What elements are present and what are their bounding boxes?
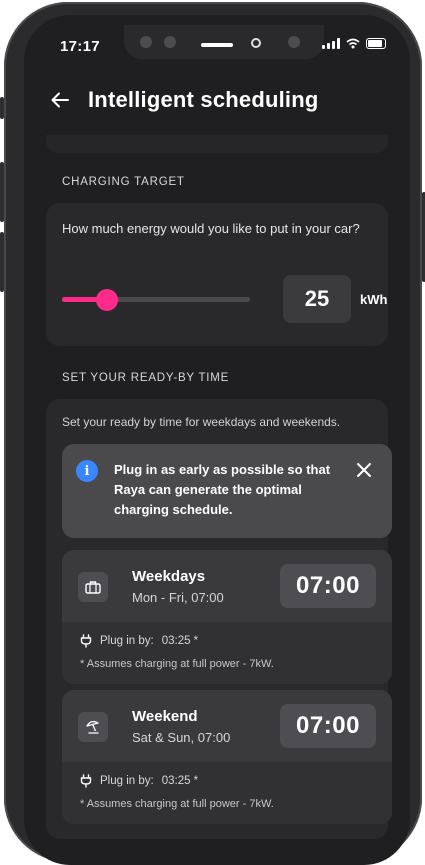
camera-dot — [140, 36, 152, 48]
close-icon[interactable] — [352, 458, 376, 482]
side-button — [0, 162, 4, 222]
schedule-subtitle: Mon - Fri, 07:00 — [132, 590, 224, 605]
wifi-icon — [346, 38, 360, 49]
assumption-note: * Assumes charging at full power - 7kW. — [80, 658, 274, 670]
sensor-ring — [251, 38, 261, 48]
plug-in-label: Plug in by: — [100, 775, 154, 787]
ready-by-description: Set your ready by time for weekdays and … — [62, 415, 341, 429]
schedule-name: Weekdays — [132, 568, 206, 585]
info-banner: i Plug in as early as possible so that R… — [62, 444, 392, 538]
info-message: Plug in as early as possible so that Ray… — [114, 462, 331, 517]
status-icons — [322, 38, 386, 49]
plug-icon — [80, 774, 92, 788]
ready-by-card: Set your ready by time for weekdays and … — [46, 399, 392, 839]
phone-frame: 17:17 Intelligent scheduling CHARGING TA… — [0, 2, 425, 865]
previous-card-edge — [46, 135, 388, 153]
camera-dot — [288, 36, 300, 48]
weekdays-time-picker[interactable]: 07:00 — [280, 564, 376, 608]
schedule-subtitle: Sat & Sun, 07:00 — [132, 730, 231, 745]
plug-in-time: 03:25 * — [161, 775, 199, 787]
energy-unit: kWh — [360, 292, 388, 307]
speaker-pill — [201, 43, 233, 47]
charging-target-label: CHARGING TARGET — [62, 176, 185, 188]
briefcase-icon — [78, 572, 108, 602]
plug-in-time: 03:25 * — [161, 635, 199, 647]
charging-target-card: How much energy would you like to put in… — [46, 203, 388, 346]
app-screen: 17:17 Intelligent scheduling CHARGING TA… — [24, 15, 410, 865]
camera-dot — [164, 36, 176, 48]
ready-by-label: SET YOUR READY-BY TIME — [62, 372, 230, 384]
side-button — [0, 232, 4, 292]
weekend-time-picker[interactable]: 07:00 — [280, 704, 376, 748]
energy-question: How much energy would you like to put in… — [62, 221, 360, 236]
page-title: Intelligent scheduling — [88, 87, 319, 112]
plug-in-row: Plug in by: 03:25 * — [80, 634, 198, 648]
signal-icon — [322, 38, 340, 49]
battery-icon — [366, 38, 386, 49]
energy-slider[interactable] — [62, 289, 250, 311]
status-bar: 17:17 — [24, 15, 410, 75]
plug-icon — [80, 634, 92, 648]
camera-notch — [124, 25, 324, 59]
weekdays-schedule[interactable]: Weekdays Mon - Fri, 07:00 07:00 Plug in … — [62, 550, 392, 684]
plug-in-row: Plug in by: 03:25 * — [80, 774, 198, 788]
assumption-note: * Assumes charging at full power - 7kW. — [80, 798, 274, 810]
page-header: Intelligent scheduling — [48, 87, 319, 113]
energy-value-input[interactable]: 25 — [283, 275, 351, 323]
beach-umbrella-icon — [78, 712, 108, 742]
back-arrow-icon[interactable] — [48, 88, 72, 112]
schedule-name: Weekend — [132, 708, 198, 725]
weekend-schedule[interactable]: Weekend Sat & Sun, 07:00 07:00 Plug in b… — [62, 690, 392, 824]
energy-slider-thumb[interactable] — [96, 289, 119, 311]
side-button — [0, 97, 4, 119]
plug-in-label: Plug in by: — [100, 635, 154, 647]
status-time: 17:17 — [60, 38, 100, 55]
info-icon: i — [76, 460, 98, 482]
